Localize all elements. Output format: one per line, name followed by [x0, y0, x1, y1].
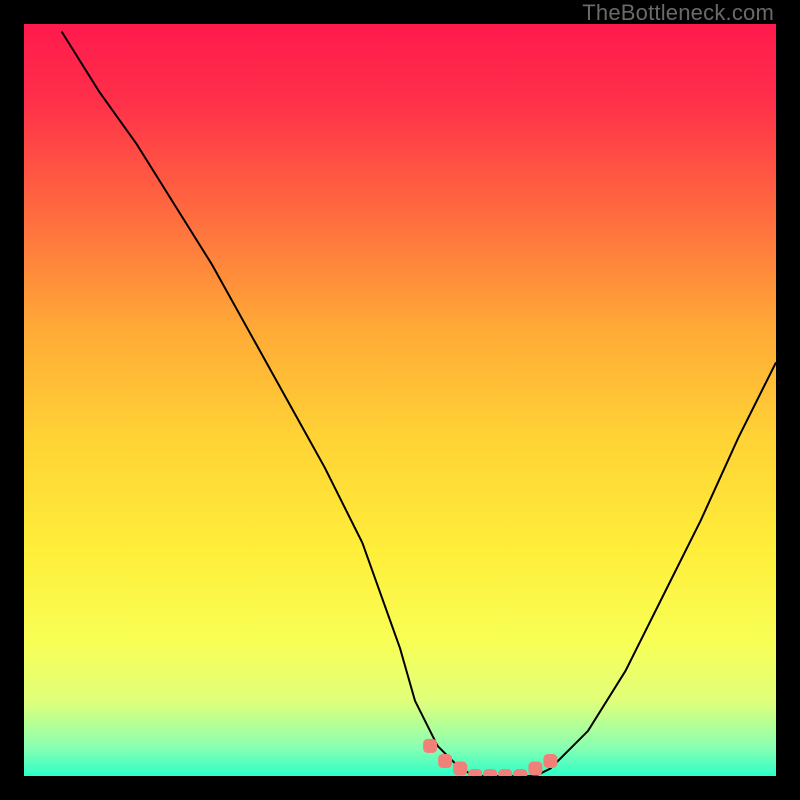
marker-point	[514, 770, 527, 777]
marker-point	[529, 762, 542, 775]
marker-point	[484, 770, 497, 777]
chart-plot-area	[24, 24, 776, 776]
chart-frame	[24, 24, 776, 776]
marker-point	[454, 762, 467, 775]
watermark-text: TheBottleneck.com	[582, 0, 774, 26]
marker-point	[469, 770, 482, 777]
marker-point	[499, 770, 512, 777]
gradient-backdrop	[24, 24, 776, 776]
marker-point	[439, 755, 452, 768]
marker-point	[544, 755, 557, 768]
marker-point	[424, 739, 437, 752]
